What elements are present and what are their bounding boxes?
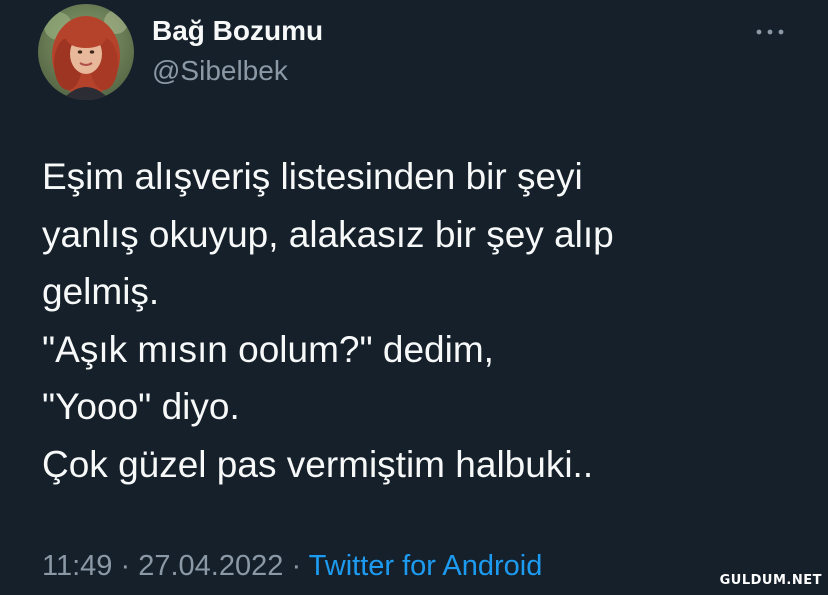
tweet-source-link[interactable]: Twitter for Android [309,550,543,582]
tweet-line: "Yooo" diyo. [42,386,240,427]
meta-separator: · [291,550,302,582]
tweet-text: Eşim alışveriş listesinden bir şeyi yanl… [42,148,802,493]
tweet-line: Çok güzel pas vermiştim halbuki.. [42,443,594,485]
tweet-line: gelmiş. [42,271,160,312]
tweet-line: "Aşık mısın oolum?" dedim, [42,328,494,370]
more-horizontal-icon [756,29,784,35]
watermark: GULDUM.NET [719,573,822,588]
tweet-line: Eşim alışveriş listesinden bir şeyi [42,156,583,197]
meta-separator: · [120,550,131,582]
tweet-date[interactable]: 27.04.2022 [138,550,283,582]
avatar[interactable] [38,4,134,100]
author-display-name[interactable]: Bağ Bozumu [152,15,323,47]
tweet-meta: 11:49 · 27.04.2022 · Twitter for Android [42,548,542,584]
tweet-time[interactable]: 11:49 [42,550,112,582]
avatar-photo [38,4,134,100]
more-options-button[interactable] [748,18,792,46]
tweet-line: yanlış okuyup, alakasız bir şey alıp [42,213,614,255]
author-handle[interactable]: @Sibelbek [152,55,288,87]
